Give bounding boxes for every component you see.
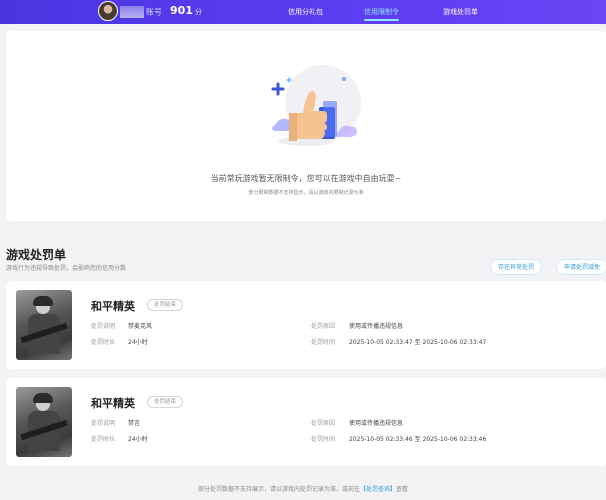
thumbs-up-illustration <box>271 65 361 146</box>
tab-credit-gift[interactable]: 信用分礼包 <box>288 7 323 17</box>
reason-label: 处罚说明 <box>91 420 116 427</box>
apply-penalty-reduction-button[interactable]: 申请处罚减免 <box>556 259 606 275</box>
top-nav-bar: 账号 901 分 信用分礼包 信用限制令 游戏处罚单 <box>0 0 606 24</box>
cause-value: 使用或传播违规信息 <box>349 420 404 427</box>
tab-game-penalty[interactable]: 游戏处罚单 <box>443 7 478 17</box>
time-value: 2025-10-05 02:33:47 至 2025-10-06 02:33:4… <box>349 337 486 346</box>
duration-value: 24小时 <box>128 339 148 346</box>
duration-label: 处罚时长 <box>91 436 116 443</box>
duration-label: 处罚时长 <box>91 339 116 346</box>
time-end: 2025-10-06 02:33:46 <box>422 436 487 443</box>
time-label: 处罚时间 <box>311 436 336 443</box>
username: 账号 <box>120 6 162 18</box>
time-start: 2025-10-05 02:33:46 <box>349 436 413 443</box>
game-thumbnail <box>16 387 72 457</box>
username-suffix: 账号 <box>146 7 162 17</box>
game-name: 和平精英 <box>91 397 135 410</box>
reason-value: 禁麦克风 <box>128 323 153 330</box>
username-masked <box>120 6 144 18</box>
credit-score: 901 分 <box>170 4 202 17</box>
footer-text: 部分处罚数据不支持展示，请以游戏内处罚记录为准，或前往 <box>197 486 360 493</box>
restriction-status-note: 部分限制数据不支持显示，请以游戏内限制记录为准 <box>248 190 364 196</box>
penalty-card[interactable]: 和平精英 处罚结束 处罚说明 禁言 处罚时长 24小时 处罚原因 使用或传播违规… <box>6 378 606 466</box>
restriction-status-card: 当前常玩游戏暂无限制令，您可以在游戏中自由玩耍~ 部分限制数据不支持显示，请以游… <box>6 31 606 221</box>
credit-score-unit: 分 <box>194 8 202 16</box>
cause-label: 处罚原因 <box>311 323 336 330</box>
status-badge: 处罚结束 <box>147 396 184 408</box>
credit-score-value: 901 <box>170 4 193 17</box>
reason-value: 禁言 <box>128 420 141 427</box>
penalty-query-link[interactable]: 【处罚查询】 <box>360 486 396 493</box>
footer-note: 部分处罚数据不支持展示，请以游戏内处罚记录为准，或前往【处罚查询】查看 <box>0 484 606 493</box>
time-start: 2025-10-05 02:33:47 <box>349 339 413 346</box>
game-name: 和平精英 <box>91 300 135 313</box>
time-end: 2025-10-06 02:33:47 <box>422 339 487 346</box>
status-badge: 处罚结束 <box>147 299 184 311</box>
time-separator: 至 <box>414 436 421 443</box>
game-thumbnail <box>16 290 72 360</box>
section-title: 游戏处罚单 <box>6 248 67 262</box>
time-value: 2025-10-05 02:33:46 至 2025-10-06 02:33:4… <box>349 434 486 443</box>
footer-text-end: 查看 <box>396 486 409 493</box>
section-subtitle: 游戏行为违规导致处罚，会影响您的信用分数 <box>6 265 127 272</box>
reason-label: 处罚说明 <box>91 323 116 330</box>
duration-value: 24小时 <box>128 436 148 443</box>
avatar[interactable] <box>98 1 118 21</box>
time-separator: 至 <box>414 339 421 346</box>
cause-label: 处罚原因 <box>311 420 336 427</box>
cause-value: 使用或传播违规信息 <box>349 323 404 330</box>
report-abnormal-penalty-button[interactable]: 存在异常处罚 <box>490 259 543 275</box>
restriction-status-text: 当前常玩游戏暂无限制令，您可以在游戏中自由玩耍~ <box>210 174 402 183</box>
penalty-card[interactable]: 和平精英 处罚结束 处罚说明 禁麦克风 处罚时长 24小时 处罚原因 使用或传播… <box>6 281 606 369</box>
time-label: 处罚时间 <box>311 339 336 346</box>
tab-credit-restriction[interactable]: 信用限制令 <box>364 7 399 21</box>
